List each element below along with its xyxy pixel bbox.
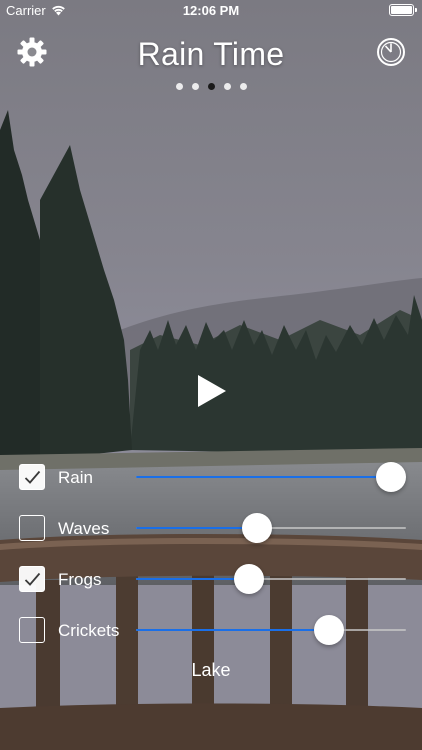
sound-row-frogs: Frogs xyxy=(0,563,422,595)
page-indicator[interactable] xyxy=(0,83,422,90)
sound-row-crickets: Crickets xyxy=(0,614,422,646)
sound-checkbox[interactable] xyxy=(19,617,45,643)
status-bar: Carrier 12:06 PM xyxy=(0,0,422,22)
volume-slider[interactable] xyxy=(136,512,406,544)
sound-row-waves: Waves xyxy=(0,512,422,544)
app-title: Rain Time xyxy=(137,36,285,72)
volume-slider[interactable] xyxy=(136,563,406,595)
status-time: 12:06 PM xyxy=(182,3,240,18)
sound-label: Crickets xyxy=(58,621,120,640)
sound-label: Waves xyxy=(58,519,110,538)
play-button[interactable] xyxy=(196,373,228,409)
battery-icon xyxy=(389,4,417,16)
sound-checkbox-checked[interactable] xyxy=(19,464,45,490)
sound-row-rain: Rain xyxy=(0,461,422,493)
volume-slider[interactable] xyxy=(136,461,406,493)
slider-thumb[interactable] xyxy=(234,564,265,594)
slider-thumb[interactable] xyxy=(241,513,272,543)
sound-checkbox[interactable] xyxy=(19,515,45,541)
timer-button[interactable] xyxy=(376,37,406,67)
slider-thumb[interactable] xyxy=(313,615,344,645)
sound-label: Frogs xyxy=(58,570,102,589)
sound-checkbox-checked[interactable] xyxy=(19,566,45,592)
play-icon xyxy=(198,375,226,407)
volume-slider[interactable] xyxy=(136,614,406,646)
page-dot[interactable] xyxy=(223,83,231,90)
page-dot[interactable] xyxy=(239,83,247,90)
slider-thumb[interactable] xyxy=(376,462,406,492)
checkmark-icon xyxy=(24,470,41,484)
sound-label: Rain xyxy=(58,468,93,487)
scene-name: Lake xyxy=(191,660,231,680)
page-dot[interactable] xyxy=(191,83,199,90)
checkmark-icon xyxy=(24,572,41,586)
stopwatch-icon xyxy=(377,38,405,66)
page-dot[interactable] xyxy=(175,83,183,90)
page-dot-active[interactable] xyxy=(207,83,215,90)
